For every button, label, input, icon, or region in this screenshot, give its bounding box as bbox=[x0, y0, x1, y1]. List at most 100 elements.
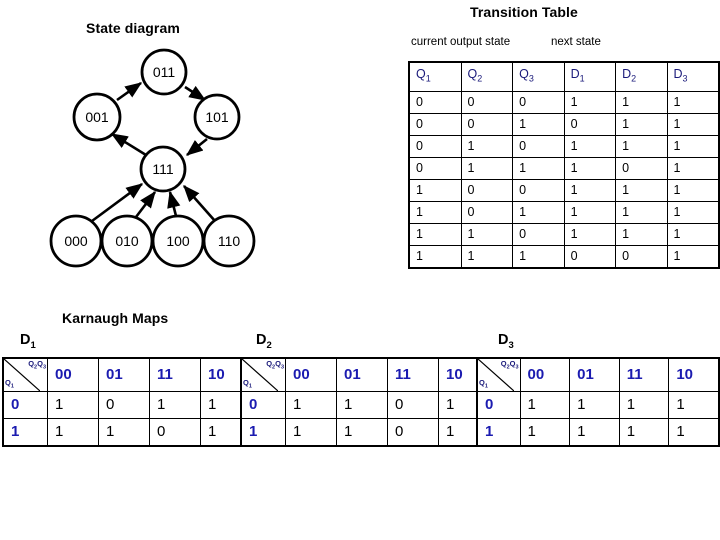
kmap-cell: 1 bbox=[569, 391, 620, 419]
kmap-row: 11111 bbox=[476, 418, 720, 447]
table-cell: 1 bbox=[563, 90, 617, 114]
kmap-cell: 1 bbox=[149, 391, 201, 419]
table-row: 111001 bbox=[408, 244, 720, 268]
table-cell: 1 bbox=[563, 156, 617, 180]
kmap-header-row: Q2Q3 Q1 00 01 11 10 bbox=[240, 357, 491, 392]
kmap-row-header-0: 0 bbox=[240, 391, 286, 419]
kmap-d3-label: D3 bbox=[498, 332, 514, 351]
kmap-row-variable-label: Q1 bbox=[243, 378, 252, 390]
kmap-row-header-1: 1 bbox=[2, 418, 48, 447]
edge-110-to-111 bbox=[183, 185, 216, 222]
kmap-row-variable-label: Q1 bbox=[479, 378, 488, 390]
table-cell: 1 bbox=[666, 156, 720, 180]
edge-001-to-011 bbox=[116, 81, 143, 102]
table-cell: 0 bbox=[408, 156, 462, 180]
state-node-label: 010 bbox=[115, 233, 139, 249]
kmap-cell: 1 bbox=[618, 391, 670, 419]
kmap-cell: 0 bbox=[387, 418, 439, 447]
table-cell: 1 bbox=[563, 200, 617, 224]
edge-000-to-111 bbox=[91, 182, 144, 223]
table-cell: 1 bbox=[460, 156, 514, 180]
table-cell: 1 bbox=[460, 244, 514, 268]
kmap-row: 01011 bbox=[2, 391, 253, 419]
kmap-header-row: Q2Q3 Q1 00 01 11 10 bbox=[476, 357, 720, 392]
table-cell: 0 bbox=[563, 112, 617, 136]
table-cell: 1 bbox=[615, 90, 668, 114]
table-row: 110111 bbox=[408, 222, 720, 246]
table-row: 001011 bbox=[408, 112, 720, 136]
table-cell: 0 bbox=[512, 134, 565, 158]
state-node-label: 011 bbox=[153, 64, 176, 80]
table-cell: 0 bbox=[408, 134, 462, 158]
transition-table-header-row: Q1 Q2 Q3 D1 D2 D3 bbox=[408, 61, 720, 92]
next-state-label: next state bbox=[551, 36, 601, 48]
column-header-Q3: Q3 bbox=[512, 61, 565, 92]
kmap-cell: 0 bbox=[387, 391, 439, 419]
table-cell: 1 bbox=[666, 178, 720, 202]
table-cell: 1 bbox=[512, 244, 565, 268]
state-node-label: 110 bbox=[218, 233, 241, 249]
kmap-column-header-00: 00 bbox=[519, 357, 571, 392]
table-cell: 1 bbox=[615, 178, 668, 202]
kmap-column-header-11: 11 bbox=[149, 357, 201, 392]
edge-010-to-111 bbox=[134, 190, 157, 218]
table-cell: 1 bbox=[408, 178, 462, 202]
kmap-column-header-11: 11 bbox=[618, 357, 670, 392]
table-cell: 1 bbox=[460, 134, 514, 158]
kmap-column-header-01: 01 bbox=[98, 357, 150, 392]
kmap-corner-cell: Q2Q3 Q1 bbox=[476, 357, 521, 392]
kmap-row-header-1: 1 bbox=[476, 418, 521, 447]
table-cell: 1 bbox=[512, 200, 565, 224]
kmap-cell: 0 bbox=[149, 418, 201, 447]
table-cell: 1 bbox=[408, 200, 462, 224]
kmap-cell: 0 bbox=[98, 391, 150, 419]
table-row: 011101 bbox=[408, 156, 720, 180]
table-cell: 1 bbox=[666, 200, 720, 224]
kmap-cell: 1 bbox=[98, 418, 150, 447]
kmap-d2: Q2Q3 Q1 00 01 11 10 0 1 1 0 1 1 1 1 0 1 bbox=[240, 357, 491, 447]
state-node-label: 000 bbox=[64, 233, 88, 249]
edge-101-to-111 bbox=[185, 137, 208, 157]
kmap-row: 01101 bbox=[240, 391, 491, 419]
table-cell: 1 bbox=[666, 244, 720, 268]
state-nodes: 011 001 101 111 000 010 100 110 bbox=[49, 48, 256, 268]
table-cell: 0 bbox=[460, 112, 514, 136]
column-header-D3: D3 bbox=[666, 61, 720, 92]
kmap-cell: 1 bbox=[618, 418, 670, 447]
table-cell: 1 bbox=[615, 222, 668, 246]
kmap-corner-cell: Q2Q3 Q1 bbox=[240, 357, 286, 392]
kmap-cell: 1 bbox=[47, 391, 99, 419]
column-header-Q2: Q2 bbox=[460, 61, 514, 92]
kmap-cell: 1 bbox=[519, 418, 571, 447]
kmap-d3: Q2Q3 Q1 00 01 11 10 0 1 1 1 1 1 1 1 1 1 bbox=[476, 357, 720, 447]
kmap-row: 11101 bbox=[2, 418, 253, 447]
kmap-row: 11101 bbox=[240, 418, 491, 447]
table-cell: 0 bbox=[408, 90, 462, 114]
kmap-cell: 1 bbox=[668, 418, 720, 447]
kmap-column-header-01: 01 bbox=[569, 357, 620, 392]
table-cell: 0 bbox=[460, 90, 514, 114]
table-row: 101111 bbox=[408, 200, 720, 224]
kmap-cell: 1 bbox=[336, 391, 388, 419]
transition-table: Q1 Q2 Q3 D1 D2 D3 0 0 0 1 1 1 0 0 1 0 1 1 0 1 0 1 1 1 0 1 1 1 0 1 1 0 0 1… bbox=[408, 61, 720, 269]
column-header-Q1: Q1 bbox=[408, 61, 462, 92]
transition-table-title: Transition Table bbox=[470, 4, 578, 20]
kmap-column-variable-label: Q2Q3 bbox=[500, 359, 519, 371]
table-cell: 1 bbox=[563, 222, 617, 246]
table-row: 000111 bbox=[408, 90, 720, 114]
table-cell: 0 bbox=[460, 178, 514, 202]
kmap-row-header-0: 0 bbox=[2, 391, 48, 419]
table-cell: 1 bbox=[666, 112, 720, 136]
table-cell: 0 bbox=[563, 244, 617, 268]
edge-100-to-111 bbox=[167, 190, 181, 217]
column-header-D2: D2 bbox=[615, 61, 668, 92]
kmap-column-variable-label: Q2Q3 bbox=[28, 359, 46, 371]
state-diagram: 011 001 101 111 000 010 100 110 bbox=[49, 48, 256, 268]
kmap-cell: 1 bbox=[668, 391, 720, 419]
table-cell: 1 bbox=[563, 178, 617, 202]
state-node-label: 111 bbox=[152, 161, 173, 177]
kmap-column-variable-label: Q2Q3 bbox=[266, 359, 284, 371]
state-node-label: 101 bbox=[205, 109, 229, 125]
table-cell: 1 bbox=[615, 112, 668, 136]
edge-011-to-101 bbox=[184, 85, 207, 102]
